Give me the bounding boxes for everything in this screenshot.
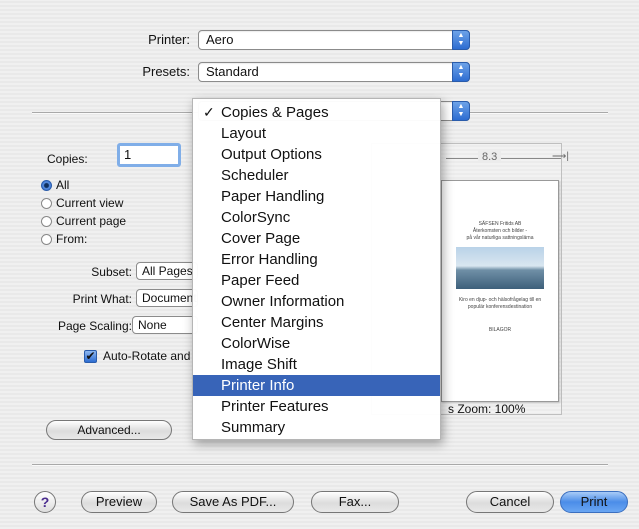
radio-current-view[interactable] [41, 198, 52, 209]
radio-current-page[interactable] [41, 216, 52, 227]
save-as-pdf-button[interactable]: Save As PDF... [172, 491, 294, 513]
auto-rotate-label: Auto-Rotate and [103, 349, 191, 363]
width-ruler-line [446, 158, 561, 159]
radio-from[interactable] [41, 234, 52, 245]
print-what-popup[interactable]: Document [136, 289, 198, 307]
doc-line: Återkomsten och bilder - [472, 228, 528, 234]
menu-item-image-shift[interactable]: Image Shift [193, 354, 440, 375]
help-button[interactable]: ? [34, 491, 56, 513]
presets-popup[interactable]: Standard ▲ ▼ [198, 62, 470, 82]
printer-label: Printer: [148, 32, 190, 47]
menu-item-output-options[interactable]: Output Options [193, 144, 440, 165]
subset-label: Subset: [91, 265, 132, 279]
radio-all[interactable] [41, 180, 52, 191]
menu-item-summary[interactable]: Summary [193, 417, 440, 438]
popup-arrows-icon: ▲ ▼ [452, 62, 470, 82]
doc-line: på vår naturliga sattningslärna [466, 235, 534, 241]
menu-item-printer-features[interactable]: Printer Features [193, 396, 440, 417]
popup-arrows-icon: ▲ ▼ [452, 101, 470, 121]
cancel-button[interactable]: Cancel [466, 491, 554, 513]
printer-value: Aero [206, 32, 234, 47]
menu-item-scheduler[interactable]: Scheduler [193, 165, 440, 186]
doc-caption: populär konferensdestination [467, 304, 533, 310]
radio-current-page-label: Current page [56, 214, 127, 228]
menu-item-cover-page[interactable]: Cover Page [193, 228, 440, 249]
copies-field[interactable]: 1 [117, 143, 181, 167]
radio-from-label: From: [56, 232, 88, 246]
presets-value: Standard [206, 64, 259, 79]
radio-current-view-label: Current view [56, 196, 124, 210]
doc-line: SÄFSEN Fritids AB [478, 221, 522, 227]
doc-footer: BILAGOR [488, 327, 512, 333]
copies-label: Copies: [47, 152, 88, 166]
menu-item-colorsync[interactable]: ColorSync [193, 207, 440, 228]
menu-item-printer-info[interactable]: Printer Info [193, 375, 440, 396]
print-what-label: Print What: [72, 292, 132, 306]
menu-item-colorwise[interactable]: ColorWise [193, 333, 440, 354]
preview-button[interactable]: Preview [81, 491, 157, 513]
radio-all-label: All [56, 178, 70, 192]
menu-item-label: Copies & Pages [221, 104, 329, 121]
menu-item-layout[interactable]: Layout [193, 123, 440, 144]
menu-item-owner-information[interactable]: Owner Information [193, 291, 440, 312]
zoom-label: s Zoom: 100% [448, 402, 526, 416]
ruler-arrow-icon: ⟶| [552, 151, 569, 162]
bottom-divider [32, 464, 608, 466]
menu-item-paper-handling[interactable]: Paper Handling [193, 186, 440, 207]
printer-popup[interactable]: Aero ▲ ▼ [198, 30, 470, 50]
auto-rotate-checkbox[interactable]: ✔ [84, 350, 97, 363]
page-scaling-label: Page Scaling: [57, 319, 132, 333]
width-ruler-label: 8.3 [478, 151, 502, 163]
subset-popup[interactable]: All Pages [136, 262, 198, 280]
print-button[interactable]: Print [560, 491, 628, 513]
doc-photo [456, 247, 544, 289]
fax-button[interactable]: Fax... [311, 491, 399, 513]
presets-label: Presets: [142, 64, 190, 79]
checkmark-icon: ✓ [203, 104, 215, 120]
panel-menu: ✓ Copies & Pages Layout Output Options Sc… [192, 98, 441, 440]
advanced-button[interactable]: Advanced... [46, 420, 172, 440]
doc-caption: Kiro en djup- och hälsofrågelag till en [458, 297, 542, 303]
menu-item-error-handling[interactable]: Error Handling [193, 249, 440, 270]
popup-arrows-icon: ▲ ▼ [452, 30, 470, 50]
page-scaling-popup[interactable]: None [132, 316, 198, 334]
preview-page: SÄFSEN Fritids AB Återkomsten och bilder… [441, 180, 559, 402]
menu-item-paper-feed[interactable]: Paper Feed [193, 270, 440, 291]
menu-item-center-margins[interactable]: Center Margins [193, 312, 440, 333]
menu-item-copies-pages[interactable]: ✓ Copies & Pages [193, 102, 440, 123]
